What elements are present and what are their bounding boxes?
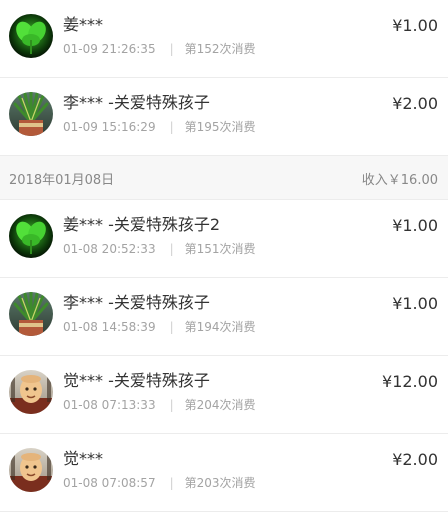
monk-avatar — [9, 448, 53, 492]
separator: | — [169, 476, 174, 490]
list-item[interactable]: 觉*** 01-08 07:08:57 | 第203次消费 ¥2.00 — [0, 434, 448, 512]
separator: | — [169, 42, 174, 56]
separator: | — [169, 398, 174, 412]
list-item[interactable]: 李*** -关爱特殊孩子 01-08 14:58:39 | 第194次消费 ¥1.0… — [0, 278, 448, 356]
plant-pot-avatar — [9, 292, 53, 336]
transaction-amount: ¥1.00 — [392, 294, 438, 313]
customer-name: 李*** -关爱特殊孩子 — [63, 293, 210, 312]
list-item[interactable]: 姜*** -关爱特殊孩子2 01-08 20:52:33 | 第151次消费 ¥1.… — [0, 200, 448, 278]
purchase-count: 第204次消费 — [184, 398, 256, 412]
transaction-meta: 01-08 07:13:33 | 第204次消费 — [63, 397, 256, 413]
day-group-header: 2018年01月08日 收入￥16.00 — [0, 156, 448, 200]
transaction-meta: 01-08 14:58:39 | 第194次消费 — [63, 319, 256, 335]
separator: | — [169, 320, 174, 334]
customer-name: 姜*** -关爱特殊孩子2 — [63, 215, 221, 234]
list-item[interactable]: 姜*** 01-09 21:26:35 | 第152次消费 ¥1.00 — [0, 0, 448, 78]
transaction-amount: ¥2.00 — [392, 94, 438, 113]
separator: | — [169, 120, 174, 134]
list-item[interactable]: 李*** -关爱特殊孩子 01-09 15:16:29 | 第195次消费 ¥2.0… — [0, 78, 448, 156]
customer-name: 姜*** — [63, 15, 104, 34]
transaction-meta: 01-08 20:52:33 | 第151次消费 — [63, 241, 256, 257]
transaction-amount: ¥1.00 — [392, 16, 438, 35]
transaction-meta: 01-08 07:08:57 | 第203次消费 — [63, 475, 256, 491]
day-date: 2018年01月08日 — [9, 173, 115, 188]
list-item[interactable]: 觉*** -关爱特殊孩子 01-08 07:13:33 | 第204次消费 ¥12.… — [0, 356, 448, 434]
transaction-amount: ¥12.00 — [382, 372, 438, 391]
purchase-count: 第203次消费 — [184, 476, 256, 490]
customer-name: 觉*** — [63, 449, 104, 468]
green-leaf-avatar — [9, 14, 53, 58]
transaction-meta: 01-09 15:16:29 | 第195次消费 — [63, 119, 256, 135]
customer-name: 觉*** -关爱特殊孩子 — [63, 371, 210, 390]
purchase-count: 第194次消费 — [184, 320, 256, 334]
transaction-time: 01-09 15:16:29 — [63, 120, 156, 134]
day-income: 收入￥16.00 — [361, 173, 438, 188]
transaction-time: 01-08 07:13:33 — [63, 398, 156, 412]
customer-name: 李*** -关爱特殊孩子 — [63, 93, 210, 112]
purchase-count: 第152次消费 — [184, 42, 256, 56]
transaction-time: 01-09 21:26:35 — [63, 42, 156, 56]
monk-avatar — [9, 370, 53, 414]
transaction-amount: ¥2.00 — [392, 450, 438, 469]
transaction-list: 姜*** 01-09 21:26:35 | 第152次消费 ¥1.00 李*** -… — [0, 0, 448, 512]
separator: | — [169, 242, 174, 256]
plant-pot-avatar — [9, 92, 53, 136]
transaction-time: 01-08 07:08:57 — [63, 476, 156, 490]
purchase-count: 第151次消费 — [184, 242, 256, 256]
transaction-time: 01-08 20:52:33 — [63, 242, 156, 256]
transaction-meta: 01-09 21:26:35 | 第152次消费 — [63, 41, 256, 57]
transaction-time: 01-08 14:58:39 — [63, 320, 156, 334]
transaction-amount: ¥1.00 — [392, 216, 438, 235]
green-leaf-avatar — [9, 214, 53, 258]
purchase-count: 第195次消费 — [184, 120, 256, 134]
